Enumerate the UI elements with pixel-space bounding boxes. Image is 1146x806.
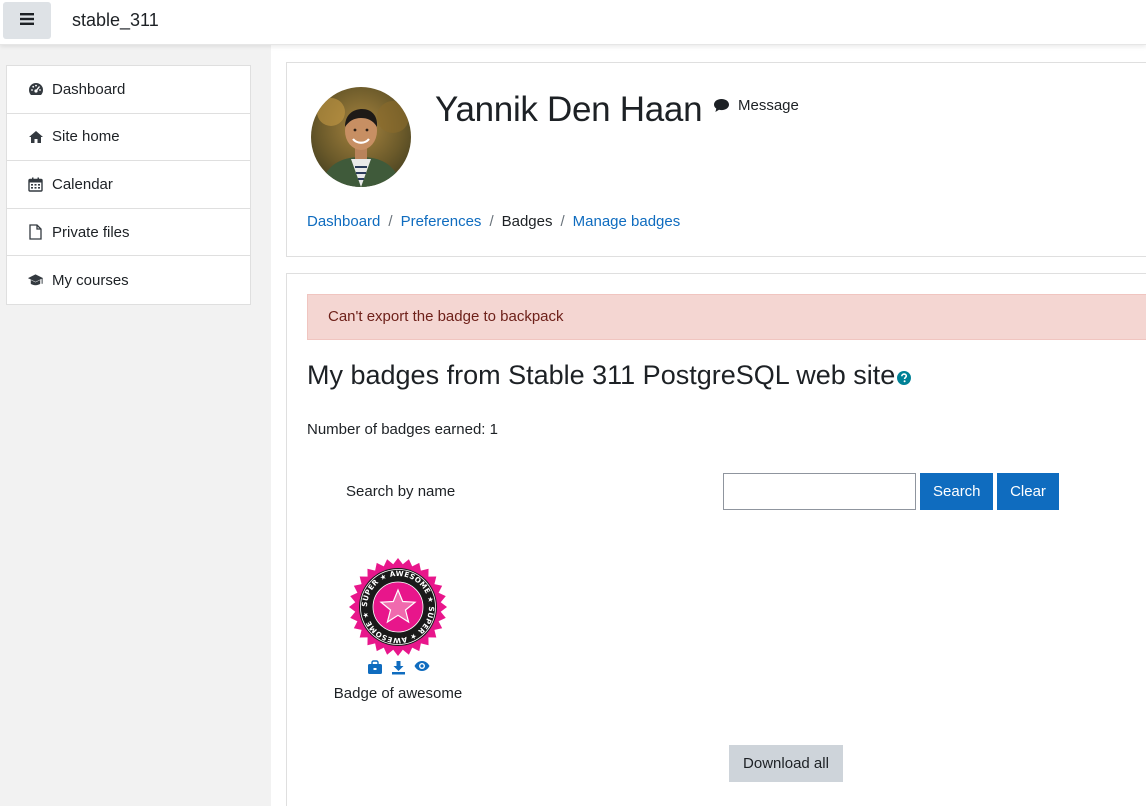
nav-item-site-home[interactable]: Site home — [7, 114, 250, 162]
search-input[interactable] — [723, 473, 916, 510]
nav-item-label: Site home — [52, 128, 120, 146]
badge-image[interactable]: SUPER ★ AWESOME ★ SUPER ★ AWESOME ★ — [313, 556, 483, 658]
search-button[interactable]: Search — [920, 473, 993, 510]
eye-icon[interactable] — [414, 660, 430, 675]
page-header: Yannik Den Haan Message Dashboard / Pref… — [286, 62, 1146, 257]
breadcrumb: Dashboard / Preferences / Badges / Manag… — [307, 213, 680, 230]
region-main: Can't export the badge to backpack My ba… — [286, 273, 1146, 806]
nav-item-label: Private files — [52, 223, 130, 241]
search-label: Search by name — [346, 483, 456, 500]
nav-item-my-courses[interactable]: My courses — [7, 256, 250, 304]
user-fullname: Yannik Den Haan — [435, 90, 703, 129]
file-icon — [27, 224, 44, 241]
page-title-text: My badges from Stable 311 PostgreSQL web… — [307, 360, 896, 390]
badge-actions — [313, 660, 483, 675]
comment-icon — [713, 98, 730, 113]
nav-list: Dashboard Site home Calendar Private fil… — [6, 65, 251, 305]
nav-item-label: Calendar — [52, 175, 113, 193]
page-title: My badges from Stable 311 PostgreSQL web… — [307, 360, 912, 391]
hamburger-icon — [20, 13, 34, 28]
graduation-cap-icon — [27, 272, 44, 289]
breadcrumb-separator: / — [388, 213, 393, 230]
dashboard-icon — [27, 81, 44, 98]
home-icon — [27, 128, 44, 145]
breadcrumb-badges: Badges — [501, 213, 553, 230]
backpack-icon[interactable] — [367, 660, 383, 675]
nav-drawer: Dashboard Site home Calendar Private fil… — [0, 45, 271, 806]
badge-count: Number of badges earned: 1 — [307, 421, 498, 438]
breadcrumb-preferences[interactable]: Preferences — [401, 213, 482, 230]
breadcrumb-separator: / — [560, 213, 565, 230]
site-name[interactable]: stable_311 — [72, 10, 159, 31]
clear-button[interactable]: Clear — [997, 473, 1059, 510]
user-avatar[interactable] — [311, 87, 411, 187]
error-alert: Can't export the badge to backpack — [307, 294, 1146, 340]
nav-item-label: Dashboard — [52, 80, 126, 98]
breadcrumb-separator: / — [489, 213, 494, 230]
calendar-icon — [27, 176, 44, 193]
badge-name[interactable]: Badge of awesome — [313, 685, 483, 702]
nav-item-dashboard[interactable]: Dashboard — [7, 66, 250, 114]
message-button[interactable]: Message — [713, 97, 799, 114]
breadcrumb-dashboard[interactable]: Dashboard — [307, 213, 380, 230]
badge-item: SUPER ★ AWESOME ★ SUPER ★ AWESOME ★ Badg… — [313, 556, 483, 702]
breadcrumb-manage-badges[interactable]: Manage badges — [573, 213, 681, 230]
nav-item-calendar[interactable]: Calendar — [7, 161, 250, 209]
download-icon[interactable] — [391, 660, 406, 675]
message-label: Message — [738, 97, 799, 114]
nav-item-label: My courses — [52, 271, 129, 289]
nav-item-private-files[interactable]: Private files — [7, 209, 250, 257]
drawer-toggle-button[interactable] — [3, 2, 51, 39]
download-all-button[interactable]: Download all — [729, 745, 843, 782]
help-icon[interactable] — [897, 370, 912, 385]
navbar: stable_311 — [0, 0, 1146, 45]
